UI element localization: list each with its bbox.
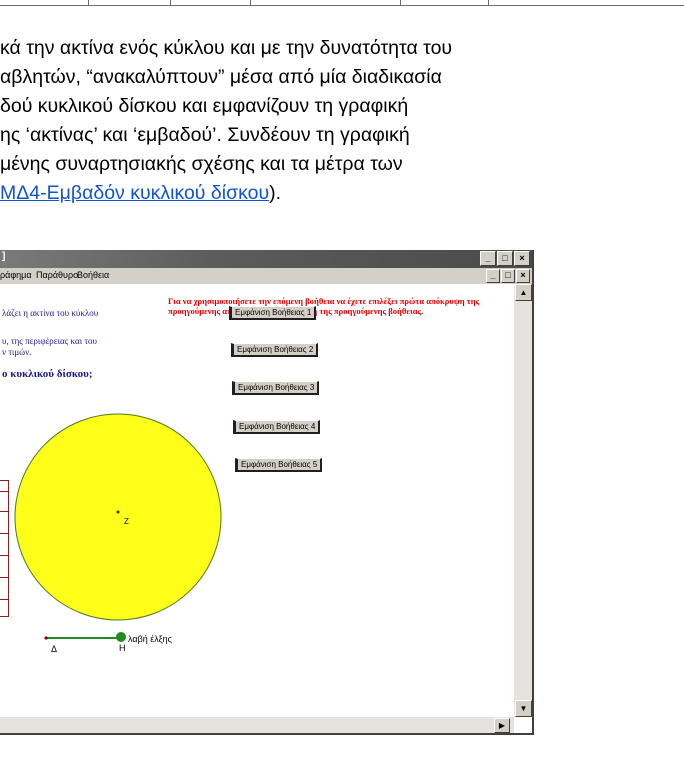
doc-line-6-suffix: ).	[269, 182, 282, 204]
menu-window[interactable]: Παράθυρο	[36, 270, 78, 280]
scroll-right-arrow-icon[interactable]: ▶	[494, 718, 510, 733]
app-title: ]	[2, 251, 6, 262]
geometry-canvas[interactable]: λάζει η ακτίνα του κύκλου υ, της περιφέρ…	[0, 284, 514, 717]
app-titlebar[interactable]: ] _ □ ×	[0, 250, 532, 268]
app-window: ] _ □ × ράφημα Παράθυρο Βοήθεια _ □ × λά…	[0, 250, 534, 735]
md4-link[interactable]: ΜΔ4-Εμβαδόν κυκλικού δίσκου	[0, 182, 269, 204]
document-paragraph: κά την ακτίνα ενός κύκλου και με την δυν…	[0, 0, 684, 250]
doc-line-1: κά την ακτίνα ενός κύκλου και με την δυν…	[0, 37, 453, 59]
slider-start-point[interactable]	[44, 636, 48, 640]
menu-help[interactable]: Βοήθεια	[77, 270, 109, 280]
scroll-down-arrow-icon[interactable]: ▼	[515, 700, 532, 717]
drag-handle-label: λαβή έλξης	[128, 634, 173, 644]
mdi-close-button[interactable]: ×	[516, 269, 530, 283]
minimize-button[interactable]: _	[480, 251, 496, 266]
slider-end-label: Η	[119, 643, 126, 653]
mdi-restore-button[interactable]: □	[501, 269, 515, 283]
doc-line-6: ΜΔ4-Εμβαδόν κυκλικού δίσκου).	[0, 182, 281, 205]
maximize-button[interactable]: □	[497, 251, 513, 266]
menu-bar: ράφημα Παράθυρο Βοήθεια _ □ ×	[0, 268, 532, 284]
doc-line-3: δού κυκλικού δίσκου και εμφανίζουν τη γρ…	[0, 95, 409, 117]
circular-disc[interactable]	[14, 413, 222, 621]
doc-line-5: μένης συναρτησιακής σχέσης και τα μέτρα …	[0, 153, 403, 175]
center-label: Z	[124, 517, 129, 526]
close-button[interactable]: ×	[514, 251, 530, 266]
scroll-up-arrow-icon[interactable]: ▲	[515, 284, 532, 301]
vertical-scrollbar[interactable]: ▲ ▼	[514, 284, 532, 717]
drag-handle[interactable]	[116, 632, 126, 642]
horizontal-scrollbar[interactable]: ▶	[0, 717, 514, 733]
menu-graph[interactable]: ράφημα	[0, 270, 32, 280]
doc-line-2: αβλητών, “ανακαλύπτουν” μέσα από μία δια…	[0, 66, 442, 88]
slider-start-label: Δ	[51, 644, 57, 654]
doc-line-4: ης ‘ακτίνας’ και ‘εμβαδού’. Συνδέουν τη …	[0, 124, 410, 146]
center-point-z[interactable]	[116, 510, 120, 514]
geometry-drawing: Z Δ Η λαβή έλξης	[14, 413, 222, 654]
mdi-minimize-button[interactable]: _	[486, 269, 500, 283]
